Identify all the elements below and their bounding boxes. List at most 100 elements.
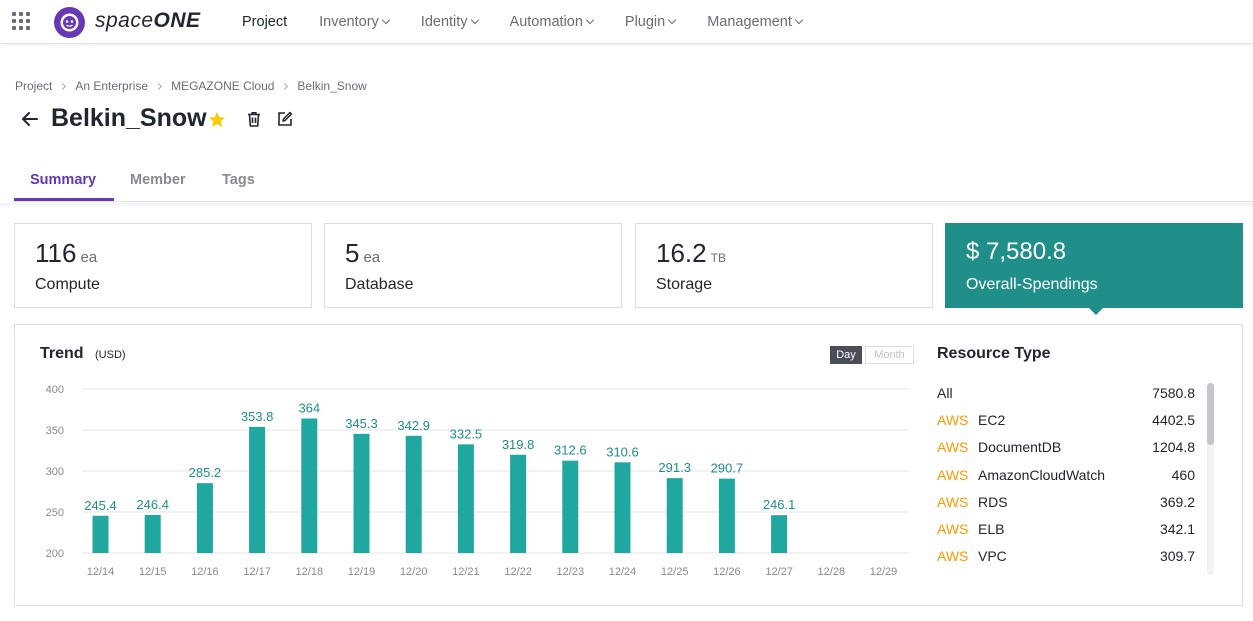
tab-bar: Summary Member Tags <box>14 160 1253 202</box>
app-grid-icon[interactable] <box>12 12 31 31</box>
x-tick-label: 12/28 <box>818 566 846 578</box>
trend-bar <box>405 435 422 553</box>
storage-amount: 16.2 TB <box>656 238 726 268</box>
resource-type-value: 1204.8 <box>1152 439 1195 456</box>
trend-bar <box>771 515 788 553</box>
resource-type-name: ELB <box>978 520 1005 537</box>
x-tick-label: 12/26 <box>713 566 741 578</box>
x-tick-label: 12/20 <box>400 566 428 578</box>
provider-label: AWS <box>937 520 969 537</box>
provider-label: AWS <box>937 412 969 429</box>
resource-type-row[interactable]: AWS DocumentDB 1204.8 <box>937 435 1195 462</box>
x-tick-label: 12/23 <box>557 566 585 578</box>
top-navigation: spaceONE Project Inventory Identity Automat… <box>0 0 1253 44</box>
menu-management[interactable]: Management <box>707 14 804 30</box>
trend-bar <box>666 478 683 553</box>
resource-type-row[interactable]: All 7580.8 <box>937 381 1195 408</box>
breadcrumb-item[interactable]: MEGAZONE Cloud <box>171 79 274 93</box>
month-toggle-button[interactable]: Month <box>865 346 914 364</box>
day-toggle-button[interactable]: Day <box>830 346 862 364</box>
breadcrumb-separator-icon <box>59 82 67 90</box>
resource-type-name: AmazonCloudWatch <box>978 466 1106 483</box>
menu-label: Project <box>242 14 288 30</box>
menu-label: Identity <box>420 14 468 30</box>
menu-inventory[interactable]: Inventory <box>319 14 391 30</box>
resource-type-value: 369.2 <box>1159 493 1195 510</box>
compute-label: Compute <box>35 276 100 293</box>
favorite-star-icon[interactable] <box>207 110 227 130</box>
bar-value-label: 342.9 <box>397 418 430 433</box>
x-tick-label: 12/25 <box>661 566 689 578</box>
resource-type-value: 309.7 <box>1159 548 1195 565</box>
chevron-down-icon <box>585 15 595 25</box>
edit-pencil-icon[interactable] <box>276 110 294 128</box>
menu-label: Plugin <box>624 14 666 30</box>
resource-type-row[interactable]: AWS VPC 309.7 <box>937 544 1195 571</box>
resource-type-row[interactable]: AWS EC2 4402.5 <box>937 408 1195 435</box>
trend-bar <box>562 460 579 553</box>
storage-card[interactable]: 16.2 TB Storage <box>635 223 933 308</box>
breadcrumb: Project An Enterprise MEGAZONE Cloud Belkin… <box>15 79 367 93</box>
bar-value-label: 246.1 <box>763 497 796 512</box>
storage-label: Storage <box>656 276 713 293</box>
bar-value-label: 353.8 <box>241 409 274 424</box>
breadcrumb-item[interactable]: An Enterprise <box>75 79 148 93</box>
delete-trash-icon[interactable] <box>245 110 263 128</box>
tabs-divider-shadow <box>0 203 1253 209</box>
scrollbar-thumb[interactable] <box>1207 383 1214 445</box>
y-tick-label: 300 <box>46 466 64 478</box>
active-tab-indicator <box>14 198 114 201</box>
bar-value-label: 290.7 <box>711 461 744 476</box>
chevron-down-icon <box>470 15 479 25</box>
chevron-down-icon <box>794 15 804 25</box>
x-tick-label: 12/15 <box>139 566 167 578</box>
y-tick-label: 250 <box>46 507 64 519</box>
breadcrumb-item: Belkin_Snow <box>297 79 367 93</box>
trend-bar <box>92 515 109 553</box>
overall-spendings-label: Overall-Spendings <box>966 276 1098 293</box>
bar-value-label: 312.6 <box>554 443 587 458</box>
trend-bar <box>457 444 474 553</box>
breadcrumb-separator-icon <box>281 82 289 90</box>
resource-type-row[interactable]: AWS RDS 369.2 <box>937 490 1195 517</box>
tab-tags[interactable]: Tags <box>222 172 255 188</box>
resource-list-scrollbar[interactable] <box>1207 383 1214 575</box>
resource-type-value: 7580.8 <box>1152 385 1195 401</box>
tab-member[interactable]: Member <box>130 172 186 188</box>
compute-card[interactable]: 116 ea Compute <box>14 223 312 308</box>
menu-identity[interactable]: Identity <box>420 14 479 30</box>
database-label: Database <box>345 276 414 293</box>
resource-type-value: 460 <box>1171 466 1195 483</box>
resource-type-row[interactable]: AWS ELB 342.1 <box>937 517 1195 544</box>
menu-automation[interactable]: Automation <box>510 14 595 30</box>
back-arrow-icon[interactable] <box>19 108 41 130</box>
resource-type-row[interactable]: AWS AmazonCloudWatch 460 <box>937 463 1195 490</box>
y-tick-label: 350 <box>46 425 64 437</box>
trend-bar <box>718 478 735 553</box>
menu-label: Inventory <box>319 14 379 30</box>
card-pointer <box>1089 308 1103 315</box>
tab-summary[interactable]: Summary <box>30 172 96 188</box>
trend-bar <box>614 462 631 553</box>
database-card[interactable]: 5 ea Database <box>324 223 622 308</box>
x-tick-label: 12/16 <box>191 566 219 578</box>
trend-unit: (USD) <box>95 349 126 361</box>
overall-spendings-card[interactable]: $ 7,580.8 Overall-Spendings <box>945 223 1243 315</box>
spaceone-logo-text[interactable]: spaceONE <box>95 9 201 33</box>
bar-value-label: 364 <box>298 401 320 416</box>
x-tick-label: 12/29 <box>870 566 898 578</box>
resource-type-value: 342.1 <box>1159 520 1195 537</box>
spaceone-logo-icon[interactable] <box>54 7 85 38</box>
bar-value-label: 332.5 <box>450 426 483 441</box>
trend-title: Trend <box>40 345 84 362</box>
breadcrumb-item[interactable]: Project <box>15 79 52 93</box>
trend-bar <box>353 433 370 553</box>
menu-plugin[interactable]: Plugin <box>624 14 677 30</box>
database-unit: ea <box>363 249 381 266</box>
provider-label: AWS <box>937 466 969 483</box>
bar-value-label: 245.4 <box>84 498 117 513</box>
x-tick-label: 12/14 <box>87 566 115 578</box>
menu-project[interactable]: Project <box>242 14 287 30</box>
provider-label: AWS <box>937 548 969 565</box>
resource-type-name: VPC <box>978 548 1007 565</box>
